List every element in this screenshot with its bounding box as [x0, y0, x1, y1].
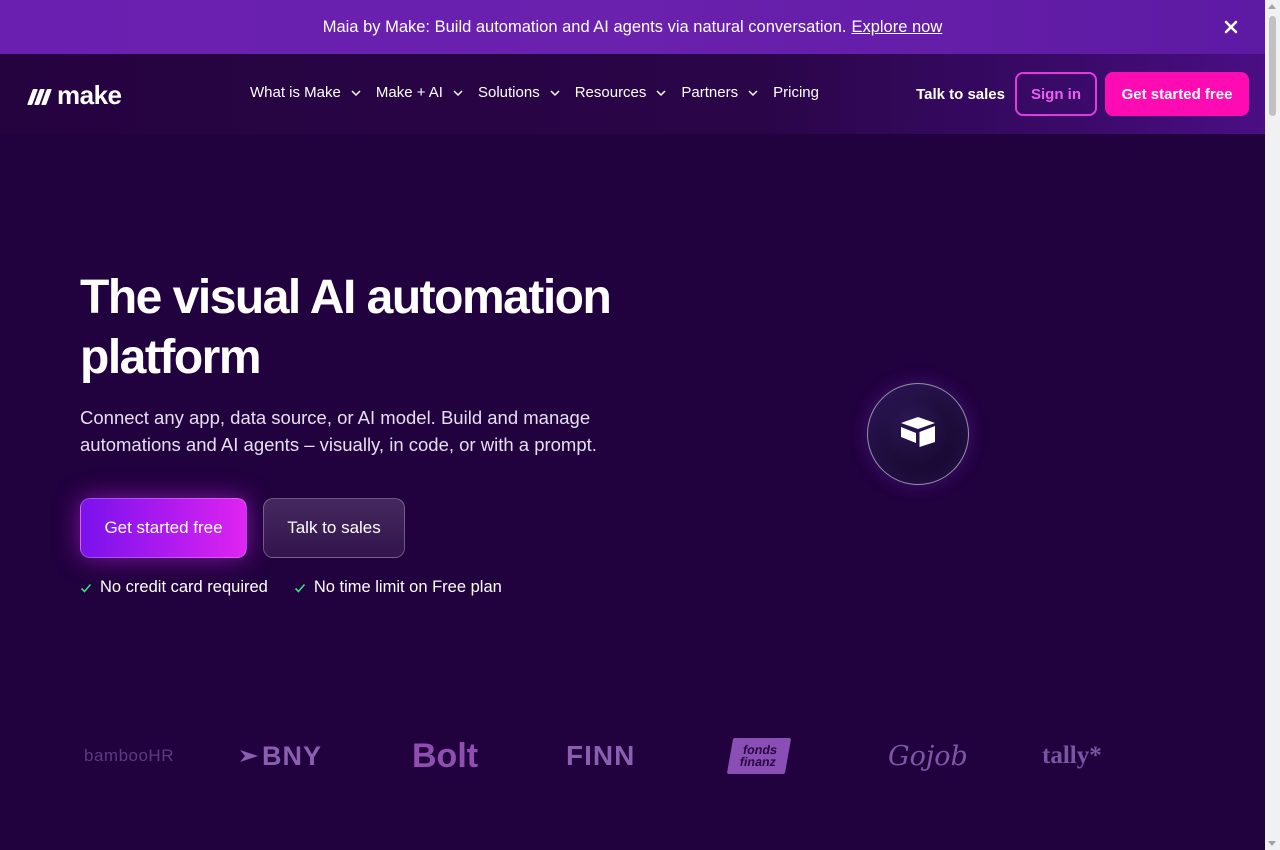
- menu-what-is-make[interactable]: What is Make: [250, 84, 362, 101]
- perk-label: No time limit on Free plan: [313, 578, 502, 596]
- gojob-logo: Gojob: [888, 740, 968, 772]
- chevron-down-icon: [655, 87, 667, 99]
- main-menu: What is Make Make + AI Solutions Resourc…: [250, 84, 833, 101]
- menu-solutions[interactable]: Solutions: [478, 84, 561, 101]
- nav-actions: Talk to sales Sign in Get started free: [916, 72, 1249, 116]
- bny-logo: BNY: [240, 728, 322, 784]
- talk-to-sales-link[interactable]: Talk to sales: [916, 86, 1005, 103]
- menu-label: Resources: [574, 84, 647, 101]
- hero-perks: No credit card required No time limit on…: [80, 578, 502, 597]
- perk-item: No time limit on Free plan: [294, 578, 502, 597]
- airtable-cube-icon: [898, 415, 938, 454]
- check-icon: [80, 582, 92, 594]
- menu-label: Partners: [681, 84, 739, 101]
- hero-title: The visual AI automation platform: [80, 268, 700, 388]
- app-orb: [867, 383, 969, 485]
- perk-label: No credit card required: [100, 578, 268, 596]
- chevron-down-icon: [549, 87, 561, 99]
- perk-item: No credit card required: [80, 578, 268, 597]
- menu-pricing[interactable]: Pricing: [773, 84, 819, 101]
- bolt-logo: Bolt: [412, 736, 479, 775]
- page-scrollbar[interactable]: [1265, 0, 1280, 850]
- scroll-down-icon[interactable]: [1268, 841, 1276, 846]
- announcement-banner: Maia by Make: Build automation and AI ag…: [0, 0, 1265, 54]
- explore-now-link[interactable]: Explore now: [851, 18, 942, 37]
- bny-logo-text: BNY: [262, 740, 323, 771]
- chevron-down-icon: [747, 87, 759, 99]
- menu-label: Pricing: [773, 84, 819, 101]
- menu-resources[interactable]: Resources: [575, 84, 668, 101]
- top-navigation: make What is Make Make + AI Solutions Re…: [0, 54, 1265, 134]
- logo-text: make: [57, 80, 122, 110]
- check-icon: [294, 582, 306, 594]
- fonds-line2: finanz: [738, 755, 778, 769]
- menu-label: Make + AI: [375, 84, 443, 101]
- make-logo[interactable]: make: [27, 80, 122, 111]
- hero-subtitle: Connect any app, data source, or AI mode…: [80, 404, 640, 458]
- tally-logo: tally*: [1042, 742, 1102, 769]
- close-icon[interactable]: [1219, 15, 1243, 39]
- hero-subtitle-line1: Connect any app, data source, or AI mode…: [80, 407, 591, 428]
- menu-partners[interactable]: Partners: [681, 84, 759, 101]
- bamboohr-logo: bambooHR: [84, 746, 174, 765]
- get-started-free-button[interactable]: Get started free: [80, 498, 247, 558]
- banner-text: Maia by Make: Build automation and AI ag…: [322, 17, 847, 36]
- hero-buttons: Get started free Talk to sales: [80, 498, 405, 558]
- chevron-down-icon: [452, 87, 464, 99]
- fonds-finanz-logo: fonds finanz: [726, 738, 792, 774]
- make-logo-icon: [27, 87, 52, 105]
- chevron-down-icon: [350, 87, 362, 99]
- hero-title-line1: The visual AI automation: [80, 271, 612, 324]
- hero-subtitle-line2: automations and AI agents – visually, in…: [80, 434, 597, 455]
- sign-in-button[interactable]: Sign in: [1015, 72, 1097, 116]
- get-started-nav-button[interactable]: Get started free: [1105, 72, 1249, 116]
- menu-make-ai[interactable]: Make + AI: [376, 84, 464, 101]
- scroll-up-icon[interactable]: [1268, 4, 1276, 9]
- talk-to-sales-button[interactable]: Talk to sales: [263, 498, 405, 558]
- menu-label: Solutions: [477, 84, 540, 101]
- hero-title-line2: platform: [80, 331, 262, 384]
- menu-label: What is Make: [250, 84, 341, 101]
- finn-logo: FINN: [566, 740, 636, 771]
- customer-logos: bambooHR BNY Bolt FINN fonds finanz Gojo…: [84, 728, 1144, 784]
- scrollbar-thumb[interactable]: [1269, 16, 1276, 116]
